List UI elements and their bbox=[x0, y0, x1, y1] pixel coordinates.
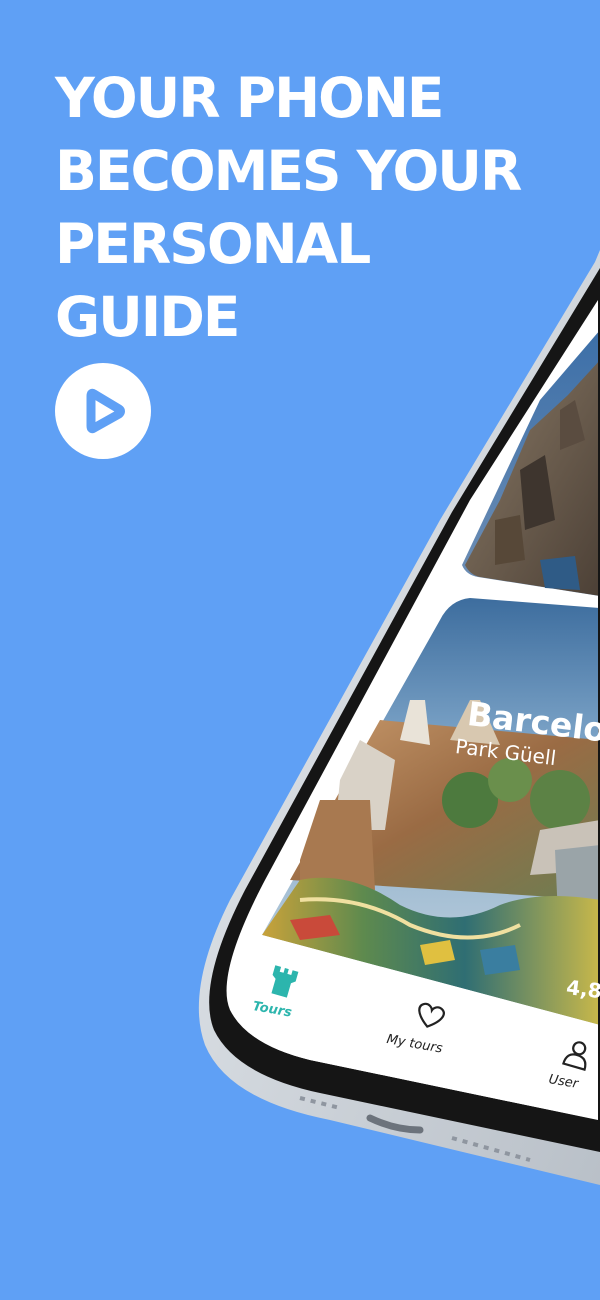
phone-mockup bbox=[198, 250, 600, 1185]
card-rating: 4,8 bbox=[565, 975, 600, 1004]
onboarding-screen: YOUR PHONE BECOMES YOUR PERSONAL GUIDE B… bbox=[0, 0, 600, 1300]
